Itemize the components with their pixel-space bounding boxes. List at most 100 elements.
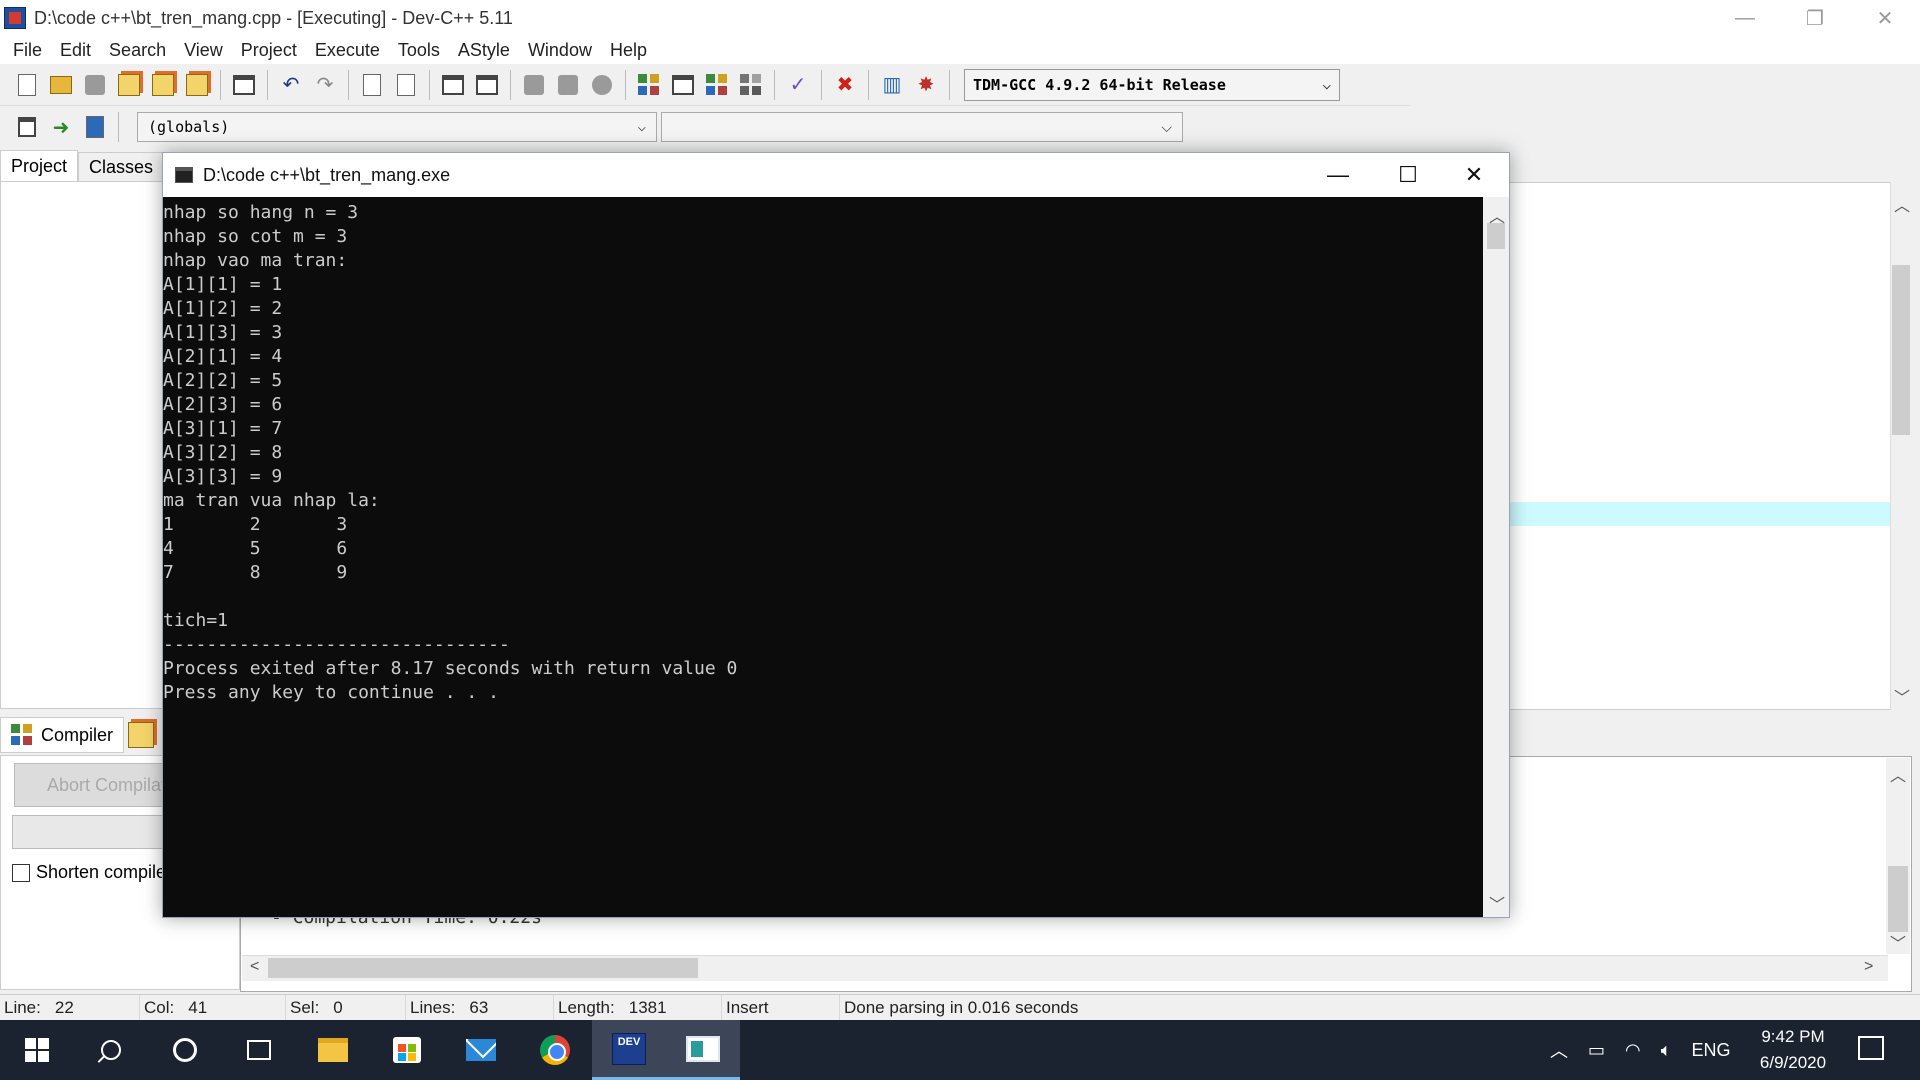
compiler-icon [11,724,33,746]
rebuild-icon[interactable] [737,71,765,99]
close-file-icon[interactable] [149,71,177,99]
tab-project[interactable]: Project [0,150,79,182]
language-indicator[interactable]: ENG [1692,1040,1731,1061]
minimize-button[interactable]: — [1710,0,1780,36]
menu-astyle[interactable]: AStyle [449,40,519,61]
menu-file[interactable]: File [4,40,51,61]
cortana-button[interactable] [148,1020,222,1080]
taskbar-mail[interactable] [444,1020,518,1080]
restore-button[interactable]: ❐ [1780,0,1850,36]
log-vertical-thumb[interactable] [1888,866,1908,932]
store-icon [393,1037,421,1063]
run-icon[interactable] [669,71,697,99]
status-length: Length: 1381 [554,994,722,1021]
taskbar-chrome[interactable] [518,1020,592,1080]
volume-icon[interactable]: 🔈︎ [1661,1040,1672,1061]
bookmark-icon[interactable] [588,71,616,99]
insert-icon[interactable] [13,113,41,141]
devcpp-icon: DEV [612,1032,646,1065]
syntax-check-icon[interactable]: ✓ [784,71,812,99]
menu-view[interactable]: View [175,40,232,61]
console-title: D:\code c++\bt_tren_mang.exe [203,164,451,185]
unindent-icon[interactable] [473,71,501,99]
taskbar-file-explorer[interactable] [296,1020,370,1080]
console-output[interactable]: nhap so hang n = 3 nhap so cot m = 3 nhap … [163,197,1483,917]
scroll-up-arrow-icon[interactable]: ︿ [1890,762,1906,786]
menu-search[interactable]: Search [100,40,175,61]
save-all-icon[interactable] [115,71,143,99]
toolbar-separator [774,69,775,100]
new-file-icon[interactable] [13,71,41,99]
scroll-down-arrow-icon[interactable]: ﹀ [1890,930,1906,954]
taskbar-search-button[interactable] [74,1020,148,1080]
chevron-up-icon[interactable]: ︿ [1550,1037,1568,1063]
abort-icon[interactable]: ✖ [831,71,859,99]
close-all-icon[interactable] [183,71,211,99]
profile-icon[interactable]: ▥ [878,71,906,99]
console-line: 7 8 9 [163,562,348,583]
indent-icon[interactable] [439,71,467,99]
goto-back-icon[interactable] [520,71,548,99]
tab-compiler[interactable]: Compiler [0,717,125,753]
menu-project[interactable]: Project [232,40,306,61]
console-minimize-button[interactable]: — [1303,153,1373,197]
taskbar-clock[interactable]: 9:42 PM 6/9/2020 [1738,1024,1848,1076]
tab-compiler-label: Compiler [41,724,114,745]
scroll-left-arrow-icon[interactable]: < [250,958,259,976]
open-icon[interactable] [47,71,75,99]
taskbar-devcpp[interactable]: DEV [592,1020,666,1080]
goto-forward-icon[interactable] [554,71,582,99]
scroll-right-arrow-icon[interactable]: > [1864,958,1873,976]
toolbar-separator [821,69,822,100]
compiler-select[interactable]: TDM-GCC 4.9.2 64-bit Release ⌵ [964,68,1340,101]
redo-icon[interactable]: ↷ [311,71,339,99]
menu-help[interactable]: Help [601,40,656,61]
taskbar-store[interactable] [370,1020,444,1080]
wifi-icon[interactable]: ◠ [1625,1040,1641,1061]
chevron-down-icon: ⌵ [1161,118,1172,135]
member-select[interactable]: ⌵ [661,112,1183,142]
start-button[interactable] [0,1020,74,1080]
compile-run-icon[interactable] [703,71,731,99]
scroll-up-arrow-icon[interactable]: ︿ [1489,203,1505,227]
replace-icon[interactable] [392,71,420,99]
menu-window[interactable]: Window [519,40,601,61]
console-close-button[interactable]: ✕ [1439,153,1509,197]
log-horizontal-thumb[interactable] [268,958,698,978]
console-line: -------------------------------- [163,634,510,655]
undo-icon[interactable]: ↶ [277,71,305,99]
scroll-up-arrow-icon[interactable]: ︿ [1894,192,1910,216]
console-maximize-button[interactable]: ☐ [1373,153,1443,197]
action-center-icon[interactable] [1858,1036,1884,1060]
toolbar-separator [868,69,869,100]
current-line-highlight [1510,502,1890,526]
delete-profile-icon[interactable]: ✸ [912,71,940,99]
windows-logo-icon [25,1038,49,1062]
goto-declaration-icon[interactable]: ➜ [47,113,75,141]
toolbar-separator [625,69,626,100]
print-icon[interactable] [230,71,258,99]
toggle-bookmark-icon[interactable] [81,113,109,141]
scroll-down-arrow-icon[interactable]: ﹀ [1489,891,1505,915]
mail-icon [466,1039,496,1061]
find-icon[interactable] [358,71,386,99]
taskbar-console[interactable] [666,1020,740,1080]
menu-edit[interactable]: Edit [51,40,100,61]
close-button[interactable]: ✕ [1850,0,1920,36]
menu-execute[interactable]: Execute [306,40,389,61]
shorten-paths-checkbox[interactable] [12,863,30,882]
tab-classes[interactable]: Classes [78,152,165,182]
editor-scroll-thumb[interactable] [1892,265,1910,435]
chevron-down-icon: ⌵ [637,119,646,135]
scroll-down-arrow-icon[interactable]: ﹀ [1894,684,1910,708]
compile-icon[interactable] [635,71,663,99]
task-view-button[interactable] [222,1020,296,1080]
save-icon[interactable] [81,71,109,99]
menu-tools[interactable]: Tools [389,40,449,61]
scope-select[interactable]: (globals) ⌵ [137,112,657,142]
console-vertical-scrollbar[interactable] [1483,197,1509,917]
tab-resources-icon[interactable] [128,722,155,748]
editor-vertical-scrollbar[interactable] [1890,182,1912,710]
status-lines-value: 63 [469,997,489,1017]
battery-icon[interactable]: ▭ [1588,1040,1605,1061]
